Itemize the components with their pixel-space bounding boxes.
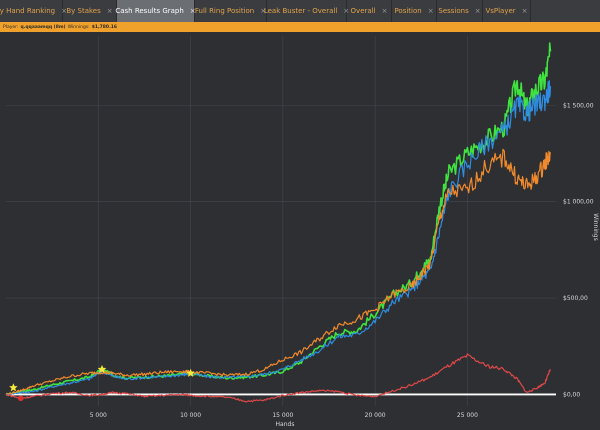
tab-label: By Stakes (66, 7, 101, 15)
x-tick-label: 25 000 (457, 412, 478, 419)
y-tick-label: $500,00 (563, 295, 588, 302)
close-icon[interactable]: × (382, 7, 388, 15)
tab-by-stakes[interactable]: By Stakes × (63, 0, 117, 22)
winnings-value: $1,780.16 (91, 24, 118, 30)
player-name: q.qqaaamqq (8m) (20, 24, 66, 30)
tab-cash-results-graph[interactable]: Cash Results Graph × (115, 0, 196, 22)
y-tick-label: $0,00 (563, 391, 580, 398)
tab-full-ring-position[interactable]: Full Ring Position × (195, 0, 267, 22)
tab-position[interactable]: Position × (392, 0, 437, 22)
close-icon[interactable]: × (107, 7, 113, 15)
y-tick-label: $1 500,00 (563, 102, 594, 109)
x-axis-label: Hands (276, 421, 295, 428)
x-tick-label: 20 000 (365, 412, 386, 419)
tab-label: By Hand Ranking (0, 7, 56, 15)
tab-by-hand-ranking[interactable]: By Hand Ranking × (0, 0, 67, 22)
player-label: Player: (3, 24, 19, 30)
x-tick-label: 15 000 (272, 412, 293, 419)
info-bar: Player: q.qqaaamqq (8m) Winnings: $1,780… (0, 22, 600, 32)
y-axis-label: Winnings (592, 213, 599, 240)
x-tick-label: 10 000 (180, 412, 201, 419)
dot-marker (17, 395, 24, 402)
tab-leak-buster-overall[interactable]: Leak Buster - Overall × (263, 0, 349, 22)
tab-label: Cash Results Graph (115, 7, 184, 15)
tab-label: Full Ring Position (194, 7, 255, 15)
tab-sessions[interactable]: Sessions × (437, 0, 483, 22)
close-icon[interactable]: × (475, 7, 481, 15)
winnings-chart: 5 000 10 000 15 000 20 000 25 000 $0,00 $500,… (0, 32, 600, 430)
y-tick-label: $1 000,00 (563, 199, 594, 206)
tab-label: Sessions (438, 7, 469, 15)
winnings-label: Winnings: (67, 24, 90, 30)
tab-label: Position (394, 7, 422, 15)
tab-label: Leak Buster - Overall (263, 7, 338, 15)
x-tick-label: 5 000 (90, 412, 107, 419)
tab-label: Overall (350, 7, 376, 15)
chart-background (0, 32, 600, 430)
tab-label: VsPlayer (485, 7, 516, 15)
tab-overall[interactable]: Overall × (347, 0, 392, 22)
close-icon[interactable]: × (428, 7, 434, 15)
tab-bar: By Hand Ranking × By Stakes × Cash Results G… (0, 0, 600, 23)
tab-vsplayer[interactable]: VsPlayer × (483, 0, 531, 22)
close-icon[interactable]: × (522, 7, 528, 15)
